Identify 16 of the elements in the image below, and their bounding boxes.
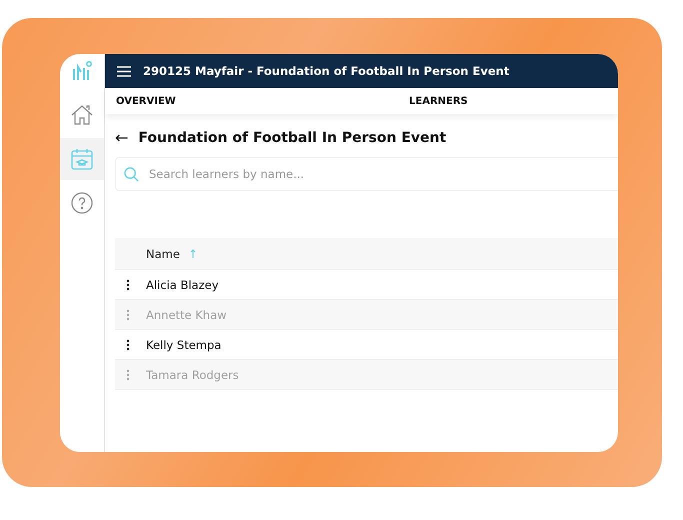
logo-icon: [71, 60, 93, 82]
search-icon: [124, 167, 139, 182]
menu-icon[interactable]: [117, 66, 131, 76]
back-arrow[interactable]: ←: [115, 128, 128, 147]
home-icon[interactable]: [70, 103, 94, 127]
page-title: Foundation of Football In Person Event: [138, 130, 446, 146]
learner-name: Alicia Blazey: [146, 278, 219, 292]
tab[interactable]: OVERVIEW: [116, 96, 176, 106]
learner-name: Kelly Stempa: [146, 338, 222, 352]
learner-name: Tamara Rodgers: [146, 368, 239, 382]
learner-name: Annette Khaw: [146, 308, 227, 322]
column-header[interactable]: Name: [146, 246, 180, 260]
help-icon[interactable]: [70, 191, 94, 215]
search-field[interactable]: Search learners by name...: [115, 157, 618, 191]
tab[interactable]: LEARNERS: [409, 96, 468, 106]
header-title: 290125 Mayfair - Foundation of Football In Person Event: [143, 64, 510, 78]
